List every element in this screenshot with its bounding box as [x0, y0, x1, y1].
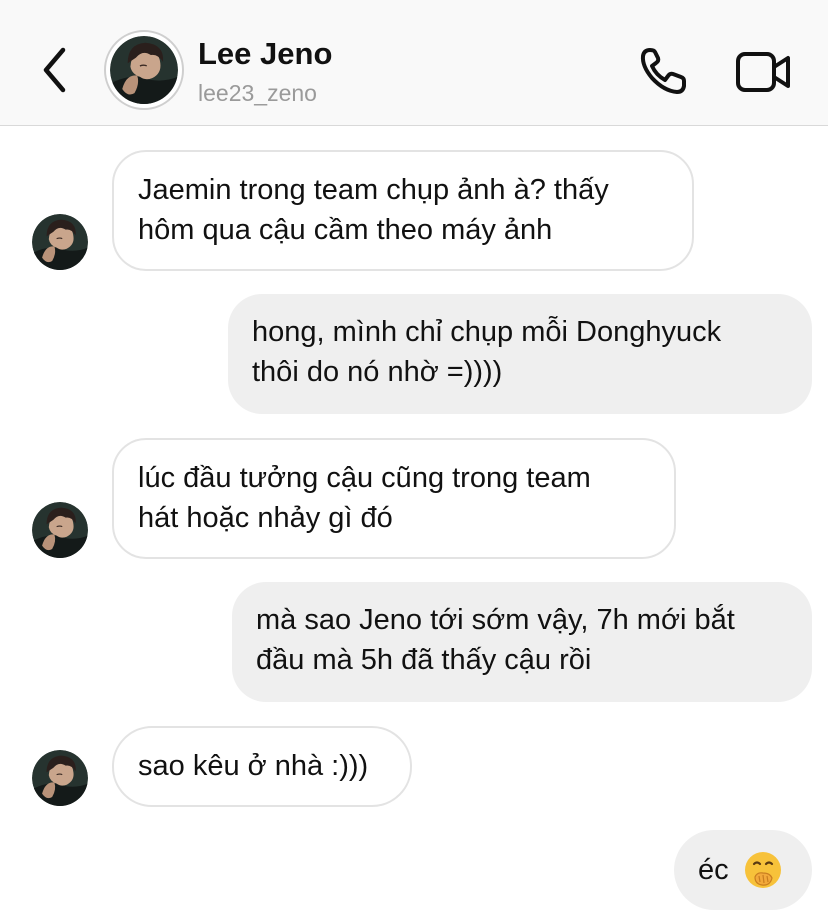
sender-avatar[interactable] [32, 214, 88, 270]
outgoing-message-bubble[interactable]: hong, mình chỉ chụp mỗi Donghyuck thôi d… [228, 294, 812, 414]
outgoing-message-bubble[interactable]: mà sao Jeno tới sớm vậy, 7h mới bắt đầu … [232, 582, 812, 702]
contact-username: lee23_zeno [198, 80, 317, 106]
sender-avatar[interactable] [32, 750, 88, 806]
video-camera-icon [736, 52, 790, 92]
incoming-message-bubble[interactable]: lúc đầu tưởng cậu cũng trong team hát ho… [112, 438, 676, 559]
contact-avatar[interactable] [104, 30, 184, 110]
incoming-message-bubble[interactable]: sao kêu ở nhà :))) [112, 726, 412, 807]
chevron-left-icon [43, 47, 66, 93]
phone-icon [640, 48, 686, 94]
back-button[interactable] [30, 40, 78, 100]
message-text: éc [698, 854, 729, 886]
outgoing-message-bubble[interactable]: éc [674, 830, 812, 910]
avatar-image [110, 36, 178, 104]
contact-name[interactable]: Lee Jeno [198, 36, 332, 72]
chat-header: Lee Jeno lee23_zeno [0, 0, 828, 126]
incoming-message-bubble[interactable]: Jaemin trong team chụp ảnh à? thấy hôm q… [112, 150, 694, 271]
sender-avatar[interactable] [32, 502, 88, 558]
call-button[interactable] [636, 44, 692, 98]
face-with-hand-over-mouth-emoji [744, 852, 781, 888]
video-call-button[interactable] [734, 48, 794, 96]
